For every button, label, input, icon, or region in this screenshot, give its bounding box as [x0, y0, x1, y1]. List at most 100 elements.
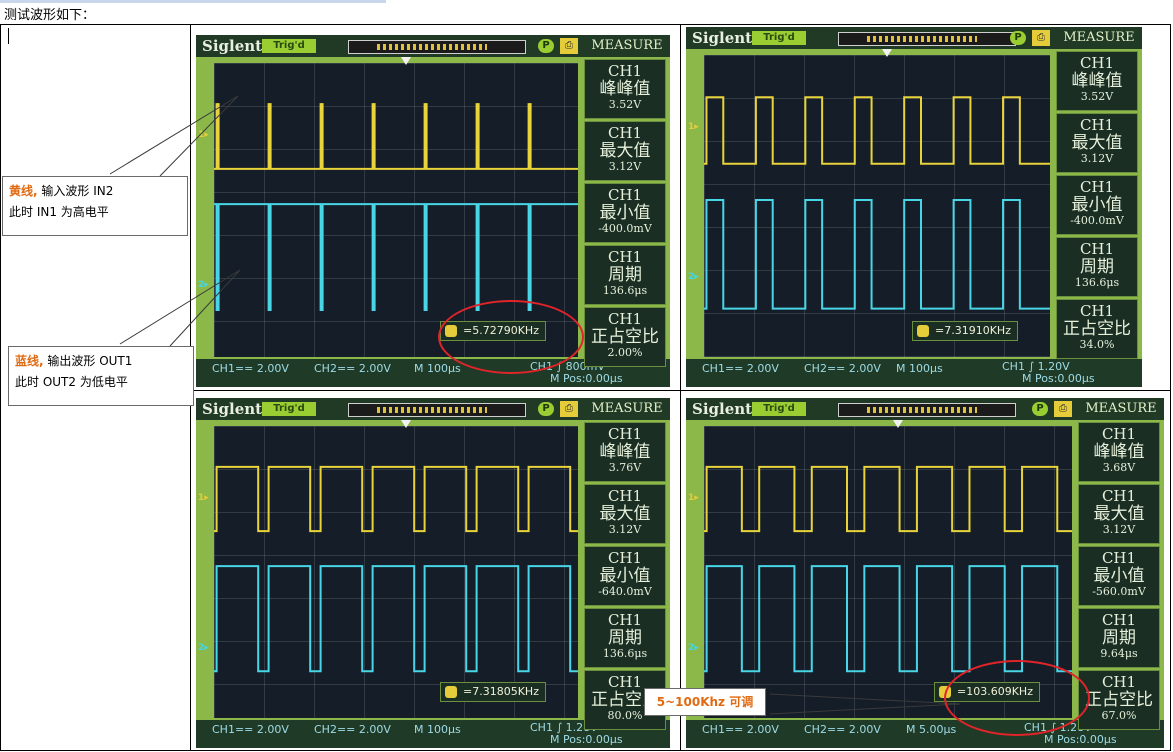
meas-name: 最大值 — [599, 504, 651, 524]
meas-value: 3.52V — [608, 98, 642, 111]
p-icon: P — [1010, 31, 1026, 45]
scope-topbar: Siglent Trig'd P ⎙ MEASURE — [196, 35, 670, 57]
ch-cyan-marker-icon: 2▸ — [688, 643, 699, 653]
meas-channel: CH1 — [1079, 116, 1115, 134]
meas-value: 3.12V — [1080, 152, 1114, 165]
scope-screen — [214, 426, 578, 718]
timebase-indicator — [838, 32, 1016, 46]
meas-channel: CH1 — [607, 425, 643, 443]
meas-channel: CH1 — [607, 124, 643, 142]
meas-value: 136.6μs — [602, 284, 648, 297]
meas-name: 峰峰值 — [1071, 71, 1123, 91]
measure-header: MEASURE — [591, 38, 663, 53]
timebase: M 100μs — [896, 362, 943, 375]
timebase-indicator — [348, 40, 526, 54]
print-icon: ⎙ — [1054, 401, 1072, 417]
print-icon: ⎙ — [560, 401, 578, 417]
ch1-scale: CH1== 2.00V — [212, 362, 289, 375]
meas-value: 2.00% — [607, 346, 643, 359]
meas-channel: CH1 — [607, 62, 643, 80]
m-pos: M Pos:0.00μs — [1044, 733, 1117, 746]
freq-icon — [445, 686, 457, 698]
meas-channel: CH1 — [1101, 487, 1137, 505]
yellow-trace — [214, 103, 578, 170]
callout-blue-line: 蓝线, 输出波形 OUT1 此时 OUT2 为低电平 — [8, 346, 194, 406]
trig-status: Trig'd — [262, 39, 316, 53]
measurement-box: CH1 峰峰值 3.52V — [1056, 51, 1138, 111]
cyan-trace — [704, 198, 1050, 310]
meas-channel: CH1 — [607, 186, 643, 204]
freq-icon — [917, 325, 929, 337]
meas-channel: CH1 — [607, 611, 643, 629]
measurement-box: CH1 最小值 -400.0mV — [584, 183, 666, 243]
meas-name: 周期 — [608, 265, 642, 285]
meas-name: 最大值 — [599, 141, 651, 161]
trig-status: Trig'd — [752, 402, 806, 416]
ch2-scale: CH2== 2.00V — [314, 723, 391, 736]
meas-channel: CH1 — [1079, 302, 1115, 320]
yellow-trace — [214, 465, 578, 533]
scope-brand: Siglent — [692, 29, 753, 47]
meas-name: 峰峰值 — [599, 442, 651, 462]
meas-value: 3.12V — [608, 523, 642, 536]
meas-name: 最小值 — [1093, 566, 1145, 586]
yellow-trace — [704, 465, 1072, 533]
meas-name: 正占空比 — [1063, 319, 1131, 339]
meas-value: 34.0% — [1079, 338, 1115, 351]
meas-name: 最小值 — [599, 566, 651, 586]
ch1-scale: CH1== 2.00V — [702, 362, 779, 375]
ch-yellow-marker-icon: 1▸ — [688, 493, 699, 503]
trig-status: Trig'd — [262, 402, 316, 416]
measurement-box: CH1 最小值 -400.0mV — [1056, 175, 1138, 235]
ch2-scale: CH2== 2.00V — [314, 362, 391, 375]
ch2-scale: CH2== 2.00V — [804, 723, 881, 736]
meas-name: 周期 — [1080, 257, 1114, 277]
doc-title: 测试波形如下： — [4, 8, 96, 23]
timebase: M 5.00μs — [906, 723, 957, 736]
meas-channel: CH1 — [607, 487, 643, 505]
scope-brand: Siglent — [202, 400, 263, 418]
trigger-arrow-icon — [882, 49, 892, 57]
freq-highlight-ellipse-1 — [438, 300, 584, 374]
meas-channel: CH1 — [607, 310, 643, 328]
ch-cyan-marker-icon: 2▸ — [198, 280, 209, 290]
timebase-indicator — [348, 403, 526, 417]
meas-name: 周期 — [1102, 628, 1136, 648]
scope-screenshot-2: Siglent Trig'd P ⎙ MEASURE 1▸ 2▸ CH1== 2… — [686, 27, 1142, 387]
meas-value: 3.12V — [1102, 523, 1136, 536]
ch-cyan-marker-icon: 2▸ — [198, 643, 209, 653]
print-icon: ⎙ — [1032, 30, 1050, 46]
scope-topbar: Siglent Trig'd P ⎙ MEASURE — [686, 27, 1142, 49]
measurement-box: CH1 周期 136.6μs — [584, 245, 666, 305]
measurement-box: CH1 正占空比 2.00% — [584, 307, 666, 367]
scope-screenshot-1: Siglent Trig'd P ⎙ MEASURE 1▸ 2▸ CH1== 2… — [196, 35, 670, 387]
p-icon: P — [538, 402, 554, 416]
trigger-arrow-icon — [893, 420, 903, 428]
meas-value: 3.52V — [1080, 90, 1114, 103]
measurement-box: CH1 周期 9.64μs — [1078, 608, 1160, 668]
meas-channel: CH1 — [607, 248, 643, 266]
meas-value: 136.6μs — [602, 647, 648, 660]
meas-channel: CH1 — [1101, 611, 1137, 629]
meas-name: 正占空比 — [1085, 690, 1153, 710]
ch-yellow-marker-icon: 1▸ — [688, 122, 699, 132]
measurement-box: CH1 峰峰值 3.68V — [1078, 422, 1160, 482]
scope-screenshot-3: Siglent Trig'd P ⎙ MEASURE 1▸ 2▸ CH1== 2… — [196, 398, 670, 748]
cyan-trace — [704, 565, 1072, 673]
p-icon: P — [538, 39, 554, 53]
meas-channel: CH1 — [1079, 178, 1115, 196]
measurement-box: CH1 周期 136.6μs — [584, 608, 666, 668]
meas-name: 正占空比 — [591, 327, 659, 347]
ch2-scale: CH2== 2.00V — [804, 362, 881, 375]
timebase-indicator — [838, 403, 1016, 417]
measure-header: MEASURE — [1063, 30, 1135, 45]
measurement-box: CH1 峰峰值 3.76V — [584, 422, 666, 482]
measure-header: MEASURE — [1085, 401, 1157, 416]
measure-header: MEASURE — [591, 401, 663, 416]
meas-name: 最大值 — [1071, 133, 1123, 153]
text-cursor — [8, 28, 9, 44]
scope-topbar: Siglent Trig'd P ⎙ MEASURE — [686, 398, 1164, 420]
callout-frequency-range: 5~100Khz 可调 — [644, 688, 766, 716]
trigger-arrow-icon — [401, 57, 411, 65]
m-pos: M Pos:0.00μs — [550, 372, 623, 385]
